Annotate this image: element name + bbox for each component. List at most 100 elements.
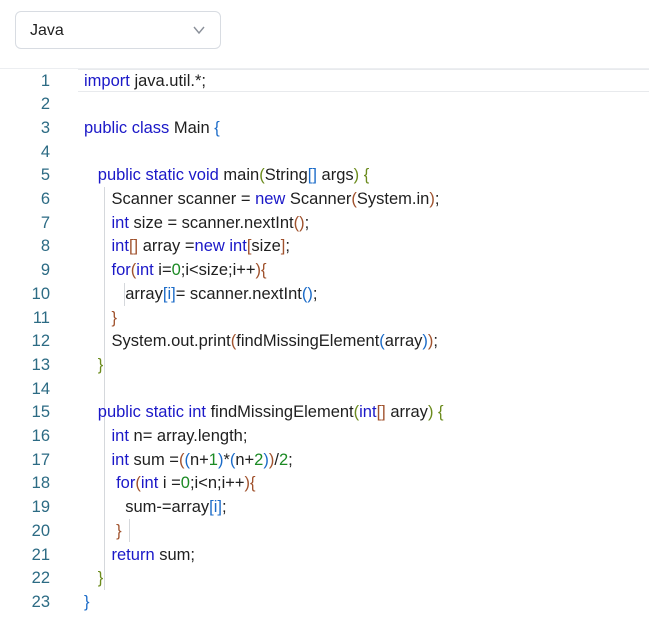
code-token: int [111, 427, 134, 445]
code-token: ; [285, 237, 290, 256]
code-text: int[] array =new int[size]; [84, 235, 290, 259]
code-line[interactable]: 13 } [0, 354, 649, 378]
code-line[interactable]: 6 Scanner scanner = new Scanner(System.i… [0, 188, 649, 212]
line-number: 22 [31, 569, 50, 588]
code-line[interactable]: 12 System.out.print(findMissingElement(a… [0, 330, 649, 354]
code-token: [] [128, 237, 139, 256]
code-token: public static int [97, 403, 211, 422]
line-number: 8 [40, 237, 50, 256]
code-token: = scanner.nextInt [175, 284, 302, 303]
line-number: 15 [31, 403, 50, 422]
code-token: array = [138, 237, 195, 256]
code-token: ; [222, 498, 227, 517]
code-token: n+ [189, 450, 209, 469]
code-token: array [385, 403, 428, 422]
code-token: int [111, 213, 134, 232]
code-token: for [116, 474, 136, 493]
code-token: () [293, 213, 305, 232]
code-token: { [363, 166, 370, 185]
code-text: } [84, 354, 104, 378]
code-line[interactable]: 10 array[i]= scanner.nextInt(); [0, 283, 649, 307]
code-line[interactable]: 2 [0, 93, 649, 117]
code-token: int [111, 450, 134, 469]
code-token: array [84, 284, 163, 303]
code-text: System.out.print(findMissingElement(arra… [84, 330, 438, 354]
code-token: ; [288, 450, 293, 469]
code-line[interactable]: 11 } [0, 307, 649, 331]
code-editor[interactable]: 1 import java.util.*; 2 3 public class Main … [0, 68, 649, 639]
code-token: ;i<size;i++ [180, 261, 256, 280]
code-token: sum; [159, 545, 195, 564]
code-token: } [116, 521, 122, 540]
code-token: sum = [133, 450, 179, 469]
code-token: String [264, 166, 308, 185]
code-text: import java.util.*; [84, 70, 206, 94]
code-token: 2 [254, 450, 264, 469]
code-line[interactable]: 17 int sum =((n+1)*(n+2))/2; [0, 449, 649, 473]
code-text: int n= array.length; [84, 425, 248, 449]
code-token: new [255, 190, 290, 208]
code-line[interactable]: 1 import java.util.*; [0, 70, 649, 94]
line-number: 3 [40, 118, 50, 137]
code-token: size [251, 237, 281, 256]
code-token: return [111, 545, 160, 564]
code-token: int [136, 261, 159, 280]
code-token: } [111, 308, 118, 327]
code-token: [] [307, 166, 317, 185]
code-token: { [250, 474, 256, 493]
language-select-value: Java [30, 22, 64, 39]
line-number: 14 [31, 379, 50, 398]
code-token: size = scanner.nextInt [133, 213, 294, 232]
code-token: [] [376, 403, 386, 422]
code-line[interactable]: 21 return sum; [0, 544, 649, 568]
code-line[interactable]: 14 [0, 378, 649, 402]
code-token: [i] [162, 284, 176, 303]
line-number: 18 [31, 474, 50, 493]
line-number: 10 [31, 284, 50, 303]
code-line[interactable]: 22 } [0, 567, 649, 591]
code-text: sum-=array[i]; [84, 496, 227, 520]
code-line[interactable]: 18 for(int i =0;i<n;i++){ [0, 472, 649, 496]
line-number: 17 [31, 450, 50, 469]
code-line[interactable]: 20 } [0, 520, 649, 544]
code-text: for(int i=0;i<size;i++){ [84, 259, 267, 283]
code-line[interactable]: 8 int[] array =new int[size]; [0, 235, 649, 259]
code-line[interactable]: 15 public static int findMissingElement(… [0, 401, 649, 425]
code-token: } [97, 569, 104, 588]
code-token: ; [304, 213, 310, 232]
code-token: 0 [171, 261, 181, 280]
code-token: java.util.*; [134, 71, 206, 90]
code-line[interactable]: 9 for(int i=0;i<size;i++){ [0, 259, 649, 283]
code-token: array [384, 332, 423, 351]
line-number: 2 [40, 95, 50, 114]
code-line[interactable]: 7 int size = scanner.nextInt(); [0, 212, 649, 236]
code-token: Scanner scanner = [84, 190, 256, 208]
line-number: 4 [40, 142, 50, 161]
code-line[interactable]: 5 public static void main(String[] args)… [0, 164, 649, 188]
code-token: n+ [235, 450, 255, 469]
code-token: } [97, 355, 104, 374]
code-token: new int [194, 237, 247, 256]
code-line[interactable]: 19 sum-=array[i]; [0, 496, 649, 520]
code-line[interactable]: 23} [0, 591, 649, 615]
line-number: 9 [40, 261, 50, 280]
line-number: 5 [40, 166, 50, 185]
code-line[interactable]: 16 int n= array.length; [0, 425, 649, 449]
code-token: findMissingElement [236, 332, 380, 351]
code-text: } [84, 520, 122, 544]
line-number: 16 [31, 427, 50, 445]
code-token: 1 [208, 450, 218, 469]
language-select[interactable]: Java [15, 11, 221, 49]
line-number: 20 [31, 521, 50, 540]
code-line[interactable]: 3 public class Main { [0, 117, 649, 141]
code-line[interactable]: 4 [0, 141, 649, 165]
code-text: int size = scanner.nextInt(); [84, 212, 310, 236]
